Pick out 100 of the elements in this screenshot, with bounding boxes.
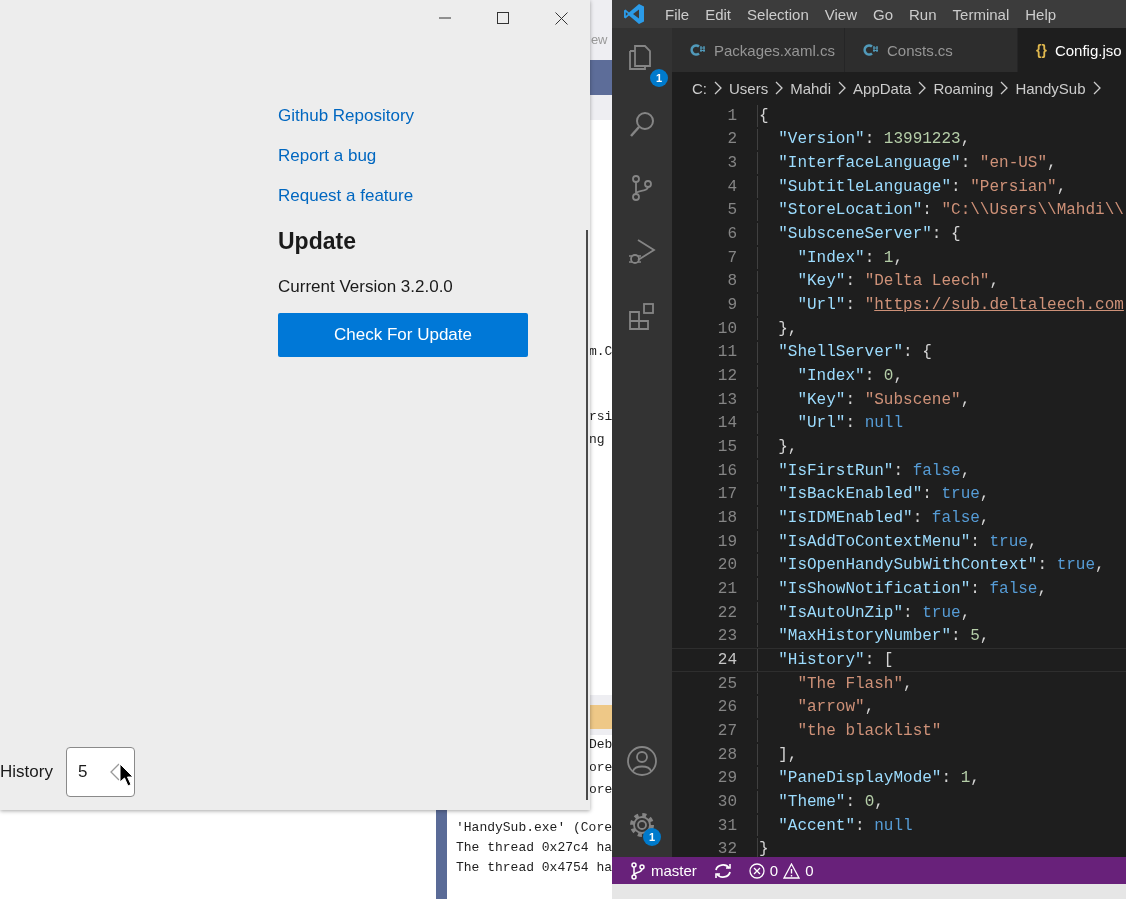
output-text: ng [589,431,605,449]
editor-tab[interactable]: Packages.xaml.cs [672,28,845,72]
line-number: 19 [716,532,737,551]
line-number: 30 [716,792,737,811]
code-line: "IsBackEnabled": true, [757,483,990,506]
line-number: 18 [716,509,737,527]
number-field[interactable]: 5 [65,747,135,797]
code-line: "Index": 1, [757,246,904,269]
sync-icon[interactable] [712,861,733,880]
breadcrumb-item[interactable]: AppData [853,79,912,97]
code-line: "SubsceneServer": { [757,223,961,245]
code-line: "History": [ [757,649,894,671]
output-line: The thread 0x4754 ha [456,859,613,877]
line-number: 27 [716,721,737,740]
menu-item[interactable]: File [659,5,700,23]
code-line: "Version": 13991223, [757,128,971,151]
breadcrumb-item[interactable]: Roaming [933,79,994,97]
code-line: "Url": "https://sub.deltaleech.com [757,294,1124,316]
output-text: ore [589,759,613,777]
code-line: "the blacklist" [757,720,942,742]
line-number: 13 [716,390,737,409]
line-number: 12 [716,367,737,386]
code-line: "The Flash", [757,672,913,695]
menu-item[interactable]: Help [1019,5,1067,23]
breadcrumb-item[interactable]: Users [729,79,769,97]
line-number: 7 [726,248,737,267]
menu-item[interactable]: Terminal [946,5,1020,23]
menu-item[interactable]: View [818,5,867,23]
maximize-icon [497,12,509,24]
code-line: "Key": "Subscene", [757,388,971,411]
code-line: "Key": "Delta Leech", [757,270,1000,293]
json-file-icon: {} [1036,42,1047,58]
code-line: "Theme": 0, [757,791,884,813]
code-line: "PaneDisplayMode": 1, [757,767,980,790]
line-number: 5 [726,201,737,220]
editor-tab[interactable]: {} Config.jso [1018,28,1126,72]
problems-status[interactable]: 0 0 [748,862,814,879]
notification-badge: 1 [643,828,661,846]
line-number: 29 [716,769,737,788]
chevron-icon [774,81,785,95]
code-line: "IsIDMEnabled": false, [757,507,990,529]
code-line: "InterfaceLanguage": "en-US", [757,152,1057,174]
code-line: { [757,105,769,127]
link[interactable]: Report a bug [278,144,415,168]
code-line: ], [757,743,798,766]
settings-icon[interactable] [627,810,657,840]
code-line: }, [757,436,798,458]
chevron-icon [999,81,1010,95]
scrollbar[interactable] [586,230,588,800]
line-number: 22 [716,603,737,622]
line-number: 14 [716,414,737,433]
editor-tab[interactable]: Consts.cs [845,28,1018,72]
branch-status[interactable]: master [630,861,697,880]
warning-icon [783,862,801,879]
output-text: m.C [589,343,613,361]
code-line: "SubtitleLanguage": "Persian", [757,175,1067,198]
code-line: "IsShowNotification": false, [757,578,1048,600]
code-line: "Url": null [757,412,904,435]
code-line: "IsOpenHandySubWithContext": true, [757,554,1105,577]
line-number: 28 [716,745,737,764]
csharp-file-icon [690,43,706,57]
line-number: 32 [716,840,737,857]
code-line: }, [757,317,798,340]
code-line: "arrow", [757,696,875,719]
code-line: "Index": 0, [757,365,904,387]
breadcrumb-item[interactable]: C: [692,79,707,97]
line-number: 8 [726,272,737,291]
code-line: "ShellServer": { [757,341,932,364]
files-icon[interactable] [629,44,651,70]
line-number: 2 [726,130,737,149]
line-number: 10 [716,319,737,338]
output-line: The thread 0x27c4 ha [456,839,613,857]
line-number: 24 [716,650,737,669]
link[interactable]: Github Repository [278,104,415,128]
menu-item[interactable]: Run [903,5,947,23]
chevron-icon [1091,81,1102,95]
line-number: 16 [716,461,737,480]
line-number: 20 [716,556,737,575]
error-icon [748,862,765,879]
code-line: "StoreLocation": "C:\\Users\\Mahdi\\ [757,199,1124,222]
app-logo-icon [623,3,645,25]
section-heading: Update [278,227,356,255]
csharp-file-icon [863,43,879,57]
code-line: "IsAddToContextMenu": true, [757,530,1038,553]
line-number: 23 [716,627,737,646]
check-update-button[interactable]: Check For Update [278,313,528,357]
menu-item[interactable]: Selection [741,5,819,23]
line-number: 6 [726,225,737,244]
history-label: History [0,762,53,782]
line-number: 21 [716,579,737,598]
line-number: 1 [726,106,737,125]
breadcrumb-item[interactable]: HandySub [1015,79,1086,97]
menu-item[interactable]: Edit [699,5,742,23]
line-number: 17 [716,485,737,504]
menu-item[interactable]: Go [867,5,903,23]
link[interactable]: Request a feature [278,184,415,208]
chevron-icon [837,81,848,95]
breadcrumb-item[interactable]: Mahdi [790,79,832,97]
branch-icon [630,861,646,880]
line-number: 9 [726,296,737,315]
